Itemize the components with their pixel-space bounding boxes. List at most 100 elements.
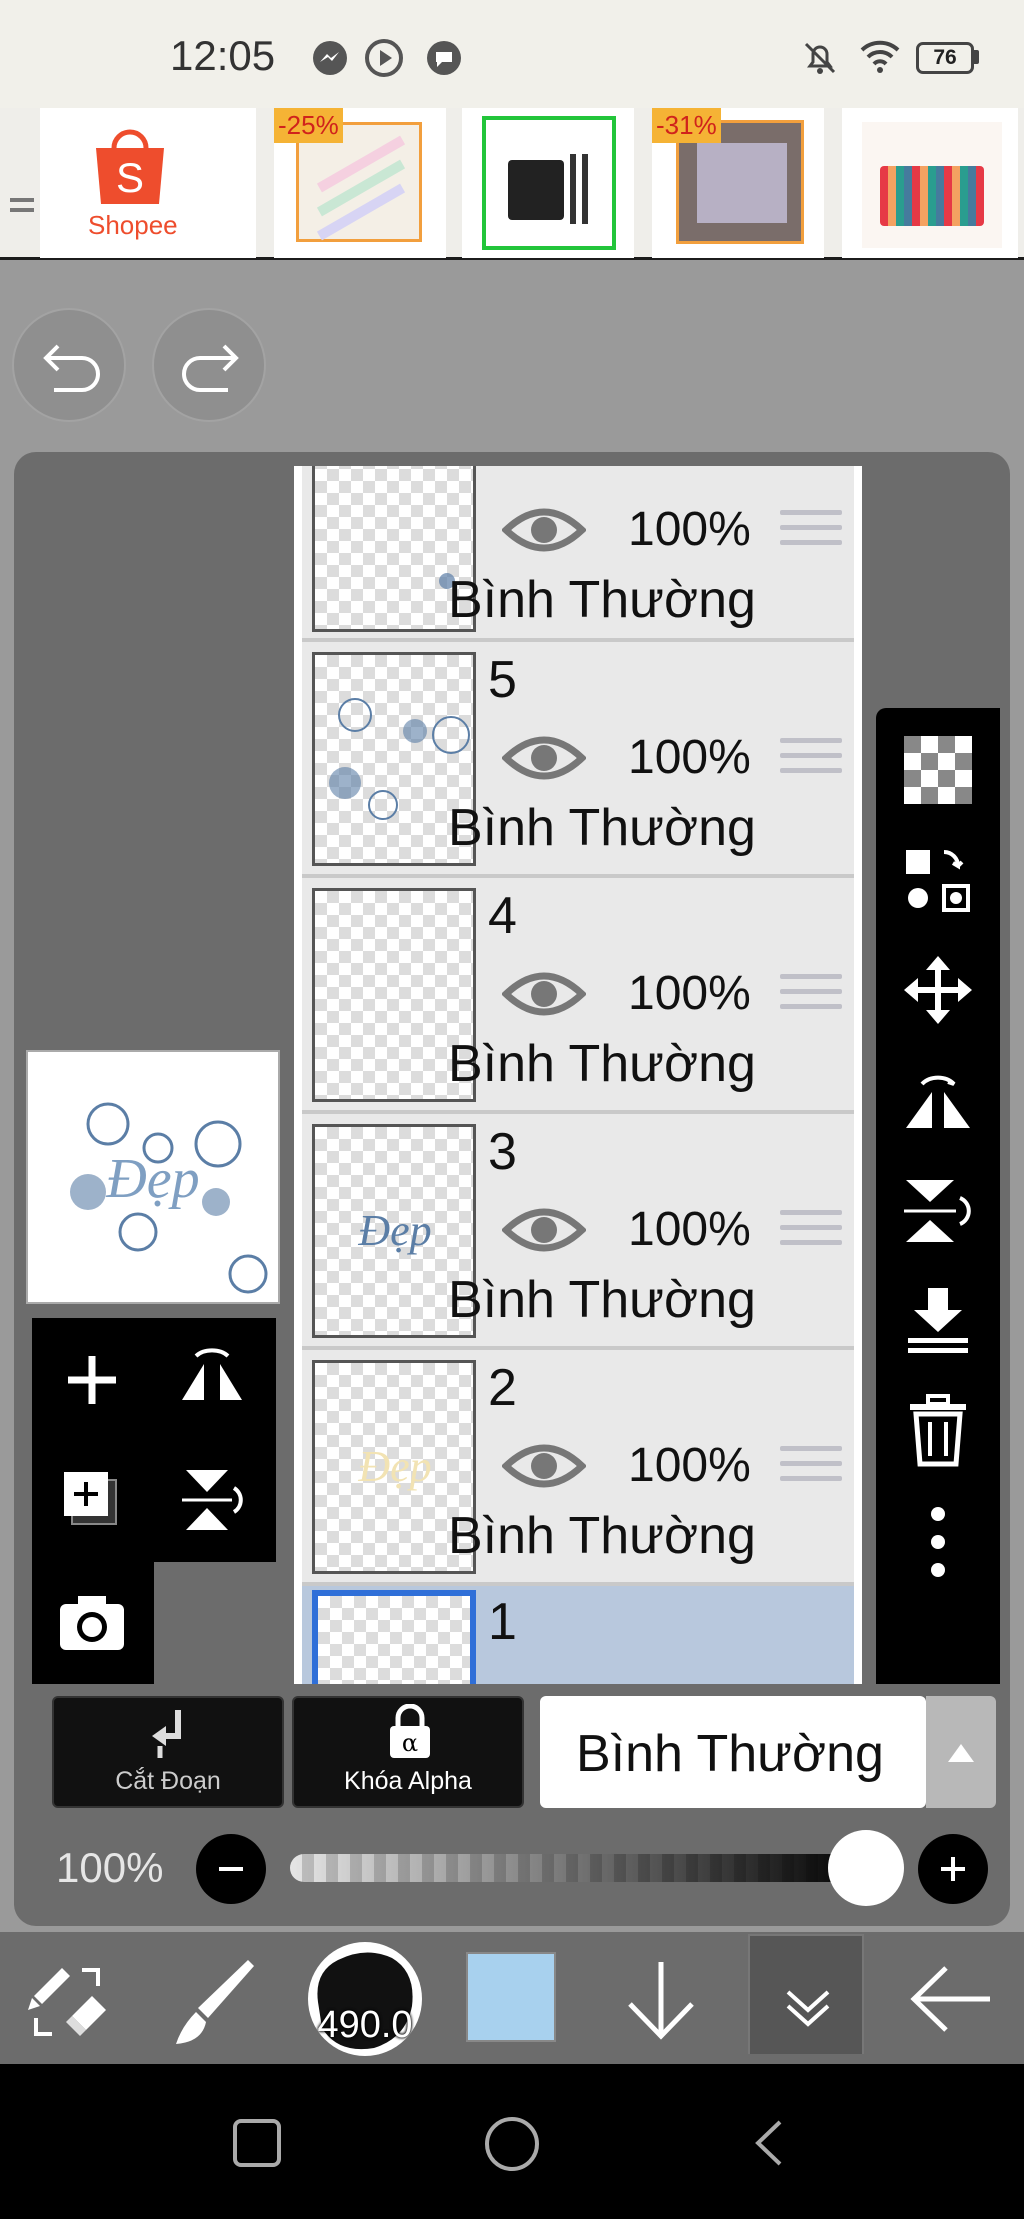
layer-thumbnail[interactable] bbox=[312, 1590, 476, 1684]
alpha-lock-label: Khóa Alpha bbox=[344, 1767, 472, 1795]
move-button[interactable] bbox=[900, 952, 976, 1028]
opacity-label: 100% bbox=[56, 1844, 164, 1891]
drag-handle-icon[interactable] bbox=[780, 510, 842, 555]
bell-off-icon bbox=[800, 38, 840, 78]
opacity-slider-track[interactable] bbox=[290, 1854, 866, 1882]
ad-menu-icon-bar bbox=[10, 208, 34, 212]
discount-badge: -31% bbox=[652, 108, 721, 143]
delete-layer-button[interactable] bbox=[900, 1392, 976, 1468]
flip-vertical-button[interactable] bbox=[900, 1172, 976, 1248]
opacity-slider-knob[interactable] bbox=[828, 1830, 904, 1906]
layer-number: 5 bbox=[488, 651, 517, 709]
layer-row[interactable]: Đẹp 2 100% Bình Thường bbox=[302, 1350, 854, 1582]
layers-panel-toggle[interactable] bbox=[748, 1934, 864, 2054]
ad-product-4[interactable] bbox=[842, 108, 1018, 258]
layer-number: 4 bbox=[488, 887, 517, 945]
opacity-increase-button[interactable] bbox=[918, 1834, 988, 1904]
plus-icon bbox=[941, 1857, 965, 1881]
drag-handle-icon[interactable] bbox=[780, 1210, 842, 1255]
bottom-toolbar: 490.0 bbox=[0, 1932, 1024, 2064]
flip-horizontal-button[interactable] bbox=[172, 1340, 252, 1420]
plus-icon bbox=[68, 1356, 116, 1404]
duplicate-layer-button[interactable] bbox=[52, 1460, 132, 1540]
clipping-button[interactable]: Cắt Đoạn bbox=[52, 1696, 284, 1808]
flip-horizontal-button[interactable] bbox=[900, 1062, 976, 1138]
brush-tool-button[interactable] bbox=[168, 1952, 258, 2052]
more-vertical-icon bbox=[931, 1507, 945, 1577]
move-layer-button[interactable] bbox=[900, 842, 976, 918]
eye-icon[interactable] bbox=[502, 964, 586, 1024]
drag-handle-icon[interactable] bbox=[780, 1446, 842, 1491]
layer-number: 3 bbox=[488, 1123, 517, 1181]
layer-number: 2 bbox=[488, 1359, 517, 1417]
camera-icon bbox=[60, 1596, 124, 1650]
battery-tip bbox=[974, 50, 979, 64]
arrow-down-icon bbox=[628, 1962, 694, 2040]
eye-icon[interactable] bbox=[502, 500, 586, 560]
opacity-decrease-button[interactable] bbox=[196, 1834, 266, 1904]
flip-vertical-icon bbox=[182, 1470, 243, 1530]
svg-text:S: S bbox=[116, 154, 144, 201]
eye-icon[interactable] bbox=[502, 1436, 586, 1496]
back-button[interactable] bbox=[906, 1954, 996, 2044]
more-options-button[interactable] bbox=[900, 1504, 976, 1580]
layer-down-button[interactable] bbox=[616, 1954, 706, 2044]
transparency-button[interactable] bbox=[900, 732, 976, 808]
layer-number: 1 bbox=[488, 1593, 517, 1651]
recents-button[interactable] bbox=[232, 2118, 282, 2168]
eye-icon[interactable] bbox=[502, 1200, 586, 1260]
status-bar: 12:05 76 bbox=[0, 0, 1024, 110]
layer-list[interactable]: 6 100% Bình Thường 5 100% Bình Thường 4 … bbox=[294, 466, 862, 1684]
alpha-lock-button[interactable]: α Khóa Alpha bbox=[292, 1696, 524, 1808]
layer-row[interactable]: 4 100% Bình Thường bbox=[302, 878, 854, 1110]
blend-mode-select[interactable]: Bình Thường bbox=[540, 1696, 926, 1808]
ad-product-1[interactable]: -25% bbox=[274, 108, 446, 258]
drag-handle-icon[interactable] bbox=[780, 738, 842, 783]
square-icon bbox=[233, 2119, 281, 2167]
blend-mode-dropdown-button[interactable] bbox=[926, 1696, 996, 1808]
flip-horizontal-icon bbox=[906, 1075, 970, 1128]
layer-row-selected[interactable]: 1 bbox=[302, 1586, 854, 1684]
ad-product-2[interactable] bbox=[462, 108, 634, 258]
triangle-up-icon bbox=[948, 1744, 974, 1762]
circle-icon bbox=[485, 2117, 539, 2171]
merge-down-button[interactable] bbox=[900, 1282, 976, 1358]
camera-button[interactable] bbox=[32, 1562, 154, 1684]
notebook-shape bbox=[697, 143, 787, 223]
svg-text:α: α bbox=[402, 1729, 418, 1757]
battery-icon: 76 bbox=[916, 42, 974, 74]
layer-blend-mode: Bình Thường bbox=[448, 1271, 756, 1329]
layer-row[interactable]: 6 100% Bình Thường bbox=[302, 466, 854, 638]
shopee-logo-card[interactable]: S Shopee bbox=[40, 108, 256, 258]
flip-horizontal-icon bbox=[182, 1348, 242, 1400]
drag-handle-icon[interactable] bbox=[780, 974, 842, 1019]
eye-icon[interactable] bbox=[502, 728, 586, 788]
ad-product-3[interactable]: -31% bbox=[652, 108, 824, 258]
canvas-preview[interactable]: Đẹp bbox=[26, 1050, 280, 1304]
layer-row[interactable]: 5 100% Bình Thường bbox=[302, 642, 854, 874]
ad-product-image bbox=[862, 122, 1002, 248]
double-chevron-down-icon bbox=[786, 1990, 830, 2027]
redo-button[interactable] bbox=[152, 308, 266, 422]
undo-icon bbox=[43, 344, 100, 392]
shopee-bag-icon: S bbox=[96, 129, 164, 204]
add-layer-button[interactable] bbox=[52, 1340, 132, 1420]
undo-button[interactable] bbox=[12, 308, 126, 422]
discount-badge: -25% bbox=[274, 108, 343, 143]
messenger-icon bbox=[310, 38, 350, 78]
tool-switch-button[interactable] bbox=[22, 1956, 114, 2048]
flip-vertical-button[interactable] bbox=[172, 1460, 252, 1540]
layer-blend-mode: Bình Thường bbox=[448, 799, 756, 857]
layer-row[interactable]: Đẹp 3 100% Bình Thường bbox=[302, 1114, 854, 1346]
wifi-icon bbox=[858, 36, 902, 76]
ad-banner[interactable]: S Shopee -25% -31% bbox=[0, 108, 1024, 260]
layer-number: 6 bbox=[488, 466, 517, 474]
color-swatch[interactable] bbox=[466, 1952, 556, 2042]
marker-shape bbox=[570, 154, 576, 224]
brush-size-button[interactable]: 490.0 bbox=[308, 1942, 422, 2056]
layer-blend-mode: Bình Thường bbox=[448, 571, 756, 629]
move-arrows-icon bbox=[904, 956, 972, 1024]
nav-back-button[interactable] bbox=[748, 2118, 788, 2168]
home-button[interactable] bbox=[484, 2116, 540, 2172]
marker-shape bbox=[582, 154, 588, 224]
